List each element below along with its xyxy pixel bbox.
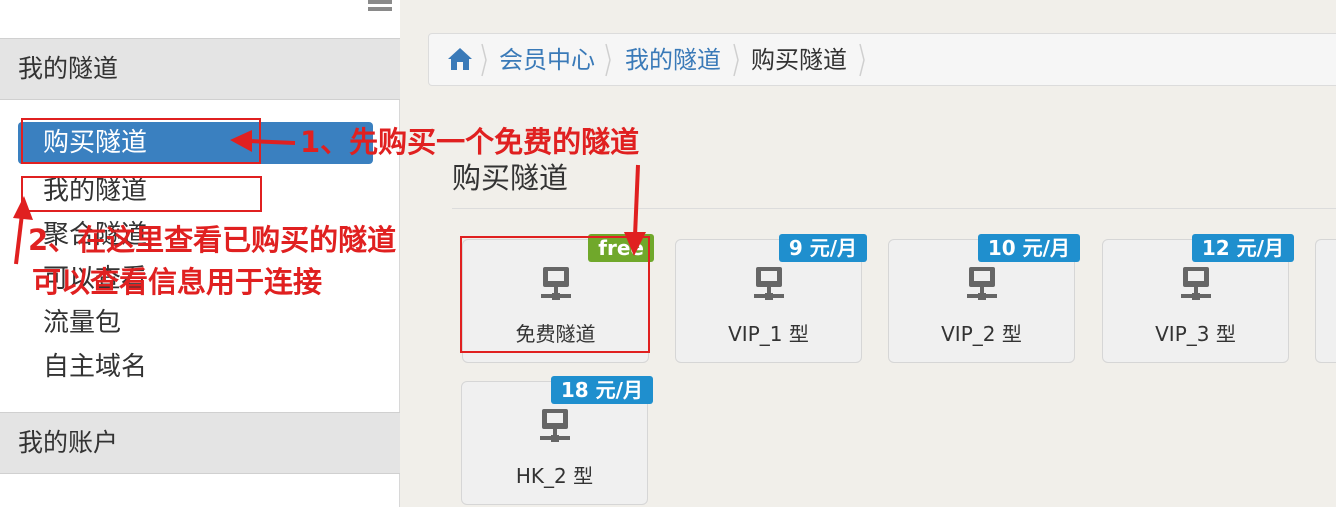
arrow-down-icon [633, 164, 640, 237]
arrow-up-icon [14, 213, 24, 265]
arrow-down-head-icon [624, 232, 646, 256]
annotation-arrows [13, 130, 646, 265]
arrow-left-icon [247, 139, 296, 145]
arrow-left-head-icon [230, 130, 252, 152]
arrow-up-head-icon [13, 196, 33, 220]
